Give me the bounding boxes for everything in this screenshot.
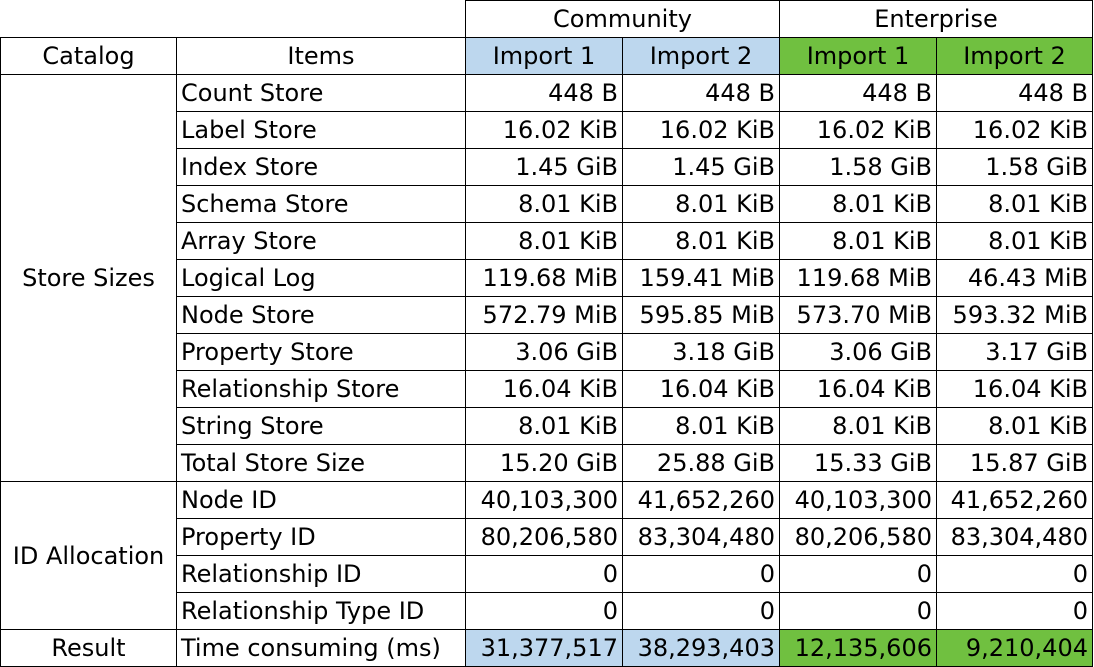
items-header: Items	[176, 37, 466, 75]
value-cell: 448 B	[779, 74, 937, 112]
table-body: Community Enterprise Catalog Items Impor…	[0, 0, 1093, 667]
value-cell: 40,103,300	[779, 481, 937, 519]
value-cell: 80,206,580	[779, 518, 937, 556]
edition-header-row: Community Enterprise	[0, 0, 1093, 38]
item-cell: Logical Log	[176, 259, 466, 297]
column-header-row: Catalog Items Import 1 Import 2 Import 1…	[0, 37, 1093, 75]
value-cell: 41,652,260	[622, 481, 780, 519]
value-cell: 38,293,403	[622, 629, 780, 667]
edition-community-header: Community	[465, 0, 780, 38]
value-cell: 448 B	[465, 74, 623, 112]
item-cell: Relationship Type ID	[176, 592, 466, 630]
value-cell: 595.85 MiB	[622, 296, 780, 334]
item-cell: Relationship Store	[176, 370, 466, 408]
value-cell: 8.01 KiB	[465, 185, 623, 223]
item-cell: Count Store	[176, 74, 466, 112]
item-cell: Array Store	[176, 222, 466, 260]
value-cell: 0	[936, 555, 1093, 593]
value-cell: 0	[936, 592, 1093, 630]
value-cell: 0	[779, 555, 937, 593]
value-cell: 8.01 KiB	[622, 407, 780, 445]
table-row: Result Time consuming (ms) 31,377,517 38,29…	[0, 629, 1093, 667]
value-cell: 15.20 GiB	[465, 444, 623, 482]
value-cell: 0	[622, 592, 780, 630]
value-cell: 3.06 GiB	[465, 333, 623, 371]
value-cell: 12,135,606	[779, 629, 937, 667]
item-cell: Node Store	[176, 296, 466, 334]
item-cell: Index Store	[176, 148, 466, 186]
value-cell: 3.18 GiB	[622, 333, 780, 371]
catalog-cell: ID Allocation	[0, 481, 177, 630]
value-cell: 8.01 KiB	[779, 407, 937, 445]
header-blank-cell	[0, 0, 466, 38]
catalog-header: Catalog	[0, 37, 177, 75]
item-cell: Total Store Size	[176, 444, 466, 482]
table-row: Store Sizes Count Store 448 B 448 B 448 B 448…	[0, 74, 1093, 482]
value-cell: 15.87 GiB	[936, 444, 1093, 482]
value-cell: 8.01 KiB	[936, 407, 1093, 445]
table-row: ID Allocation Node ID 40,103,300 41,652,260…	[0, 481, 1093, 630]
value-cell: 448 B	[936, 74, 1093, 112]
value-cell: 41,652,260	[936, 481, 1093, 519]
value-cell: 593.32 MiB	[936, 296, 1093, 334]
item-cell: Property Store	[176, 333, 466, 371]
value-cell: 448 B	[622, 74, 780, 112]
item-cell: Relationship ID	[176, 555, 466, 593]
value-cell: 8.01 KiB	[779, 222, 937, 260]
value-cell: 0	[779, 592, 937, 630]
catalog-cell: Result	[0, 629, 177, 667]
value-cell: 0	[622, 555, 780, 593]
value-cell: 3.06 GiB	[779, 333, 937, 371]
value-cell: 8.01 KiB	[936, 222, 1093, 260]
catalog-cell: Store Sizes	[0, 74, 177, 482]
value-cell: 31,377,517	[465, 629, 623, 667]
value-cell: 3.17 GiB	[936, 333, 1093, 371]
community-import-2-header: Import 2	[622, 37, 780, 75]
value-cell: 83,304,480	[936, 518, 1093, 556]
value-cell: 83,304,480	[622, 518, 780, 556]
enterprise-import-1-header: Import 1	[779, 37, 937, 75]
value-cell: 573.70 MiB	[779, 296, 937, 334]
enterprise-import-2-header: Import 2	[936, 37, 1093, 75]
value-cell: 119.68 MiB	[779, 259, 937, 297]
item-cell: Label Store	[176, 111, 466, 149]
item-cell: Property ID	[176, 518, 466, 556]
value-cell: 8.01 KiB	[622, 222, 780, 260]
value-cell: 16.02 KiB	[465, 111, 623, 149]
community-import-1-header: Import 1	[465, 37, 623, 75]
value-cell: 0	[465, 555, 623, 593]
value-cell: 80,206,580	[465, 518, 623, 556]
comparison-table: Community Enterprise Catalog Items Impor…	[0, 0, 1093, 667]
value-cell: 25.88 GiB	[622, 444, 780, 482]
value-cell: 572.79 MiB	[465, 296, 623, 334]
value-cell: 8.01 KiB	[936, 185, 1093, 223]
value-cell: 1.45 GiB	[465, 148, 623, 186]
value-cell: 8.01 KiB	[465, 222, 623, 260]
item-cell: Node ID	[176, 481, 466, 519]
value-cell: 8.01 KiB	[779, 185, 937, 223]
item-cell: Schema Store	[176, 185, 466, 223]
value-cell: 15.33 GiB	[779, 444, 937, 482]
value-cell: 1.58 GiB	[779, 148, 937, 186]
value-cell: 9,210,404	[936, 629, 1093, 667]
item-cell: Time consuming (ms)	[176, 629, 466, 667]
value-cell: 16.04 KiB	[779, 370, 937, 408]
value-cell: 8.01 KiB	[622, 185, 780, 223]
value-cell: 1.45 GiB	[622, 148, 780, 186]
value-cell: 40,103,300	[465, 481, 623, 519]
edition-enterprise-header: Enterprise	[779, 0, 1093, 38]
item-cell: String Store	[176, 407, 466, 445]
value-cell: 16.02 KiB	[622, 111, 780, 149]
value-cell: 16.04 KiB	[622, 370, 780, 408]
value-cell: 16.02 KiB	[936, 111, 1093, 149]
value-cell: 119.68 MiB	[465, 259, 623, 297]
value-cell: 1.58 GiB	[936, 148, 1093, 186]
value-cell: 16.04 KiB	[465, 370, 623, 408]
value-cell: 46.43 MiB	[936, 259, 1093, 297]
value-cell: 16.02 KiB	[779, 111, 937, 149]
value-cell: 8.01 KiB	[465, 407, 623, 445]
value-cell: 16.04 KiB	[936, 370, 1093, 408]
value-cell: 0	[465, 592, 623, 630]
value-cell: 159.41 MiB	[622, 259, 780, 297]
